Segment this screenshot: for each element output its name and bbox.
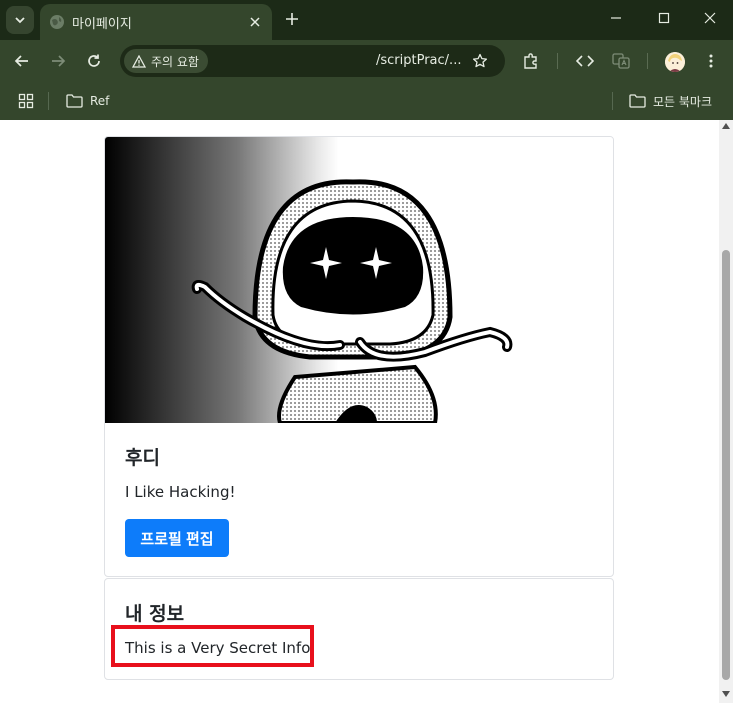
info-card: 내 정보 This is a Very Secret Info. xyxy=(104,578,614,680)
translate-button[interactable] xyxy=(610,50,632,72)
folder-icon xyxy=(629,94,646,108)
profile-avatar[interactable] xyxy=(665,52,685,72)
scroll-thumb[interactable] xyxy=(722,250,730,680)
extensions-button[interactable] xyxy=(520,50,542,72)
highlight-box xyxy=(111,625,314,667)
toolbar-divider xyxy=(647,53,648,69)
back-button[interactable] xyxy=(11,50,33,72)
scroll-down-arrow-icon[interactable] xyxy=(722,690,730,698)
profile-image xyxy=(105,137,613,423)
arrow-right-icon xyxy=(52,55,66,67)
plus-icon xyxy=(286,13,298,25)
apps-button[interactable] xyxy=(18,91,34,111)
bookmark-folder-all[interactable]: 모든 북마크 xyxy=(629,91,712,111)
url-text: /scriptPrac/... xyxy=(376,53,462,68)
tab-search-button[interactable] xyxy=(6,6,34,34)
profile-card: 후디 I Like Hacking! 프로필 편집 xyxy=(104,136,614,577)
more-vertical-icon xyxy=(709,54,713,68)
folder-icon xyxy=(66,94,83,108)
reload-button[interactable] xyxy=(83,50,105,72)
page-viewport: 후디 I Like Hacking! 프로필 편집 내 정보 This is a… xyxy=(0,120,719,703)
chevron-down-icon xyxy=(15,17,25,24)
address-bar[interactable]: 주의 요함 /scriptPrac/... xyxy=(120,45,505,77)
bookmarks-divider xyxy=(48,92,49,110)
translate-icon xyxy=(612,53,630,69)
menu-button[interactable] xyxy=(700,50,722,72)
scroll-up-arrow-icon[interactable] xyxy=(722,122,730,130)
active-tab[interactable]: 마이페이지 xyxy=(40,4,272,40)
close-window-button[interactable] xyxy=(700,8,720,28)
close-icon xyxy=(250,17,260,27)
arrow-left-icon xyxy=(14,55,28,67)
warning-icon xyxy=(132,54,146,68)
devtools-button[interactable] xyxy=(574,50,596,72)
tab-title: 마이페이지 xyxy=(72,17,132,32)
tab-close-button[interactable] xyxy=(246,13,264,31)
maximize-button[interactable] xyxy=(654,8,674,28)
reload-icon xyxy=(88,54,100,67)
browser-toolbar: 주의 요함 /scriptPrac/... xyxy=(0,40,733,82)
bookmarks-divider xyxy=(612,92,613,110)
vertical-scrollbar[interactable] xyxy=(719,120,733,703)
puzzle-icon xyxy=(524,53,537,69)
minimize-button[interactable] xyxy=(606,8,626,28)
avatar-icon xyxy=(665,52,685,72)
new-tab-button[interactable] xyxy=(282,9,302,29)
hooded-character-illustration xyxy=(191,179,513,423)
bookmark-label: Ref xyxy=(90,94,110,108)
code-icon xyxy=(576,55,594,67)
edit-profile-button[interactable]: 프로필 편집 xyxy=(125,519,229,557)
apps-grid-icon xyxy=(18,93,34,109)
forward-button[interactable] xyxy=(47,50,69,72)
close-icon xyxy=(704,12,716,24)
tab-strip: 마이페이지 xyxy=(0,0,733,40)
star-icon xyxy=(472,53,488,68)
bookmark-folder-ref[interactable]: Ref xyxy=(66,91,109,111)
bookmark-star-button[interactable] xyxy=(470,51,490,71)
security-label: 주의 요함 xyxy=(151,54,199,69)
info-title: 내 정보 xyxy=(125,603,185,625)
globe-icon xyxy=(50,15,64,29)
maximize-icon xyxy=(658,12,670,24)
toolbar-divider xyxy=(557,53,558,69)
minimize-icon xyxy=(611,17,621,19)
bookmark-label: 모든 북마크 xyxy=(653,94,713,109)
profile-bio: I Like Hacking! xyxy=(125,483,236,501)
bookmarks-bar: Ref 모든 북마크 xyxy=(0,82,733,120)
profile-name: 후디 xyxy=(125,447,160,469)
security-chip[interactable]: 주의 요함 xyxy=(124,49,208,73)
